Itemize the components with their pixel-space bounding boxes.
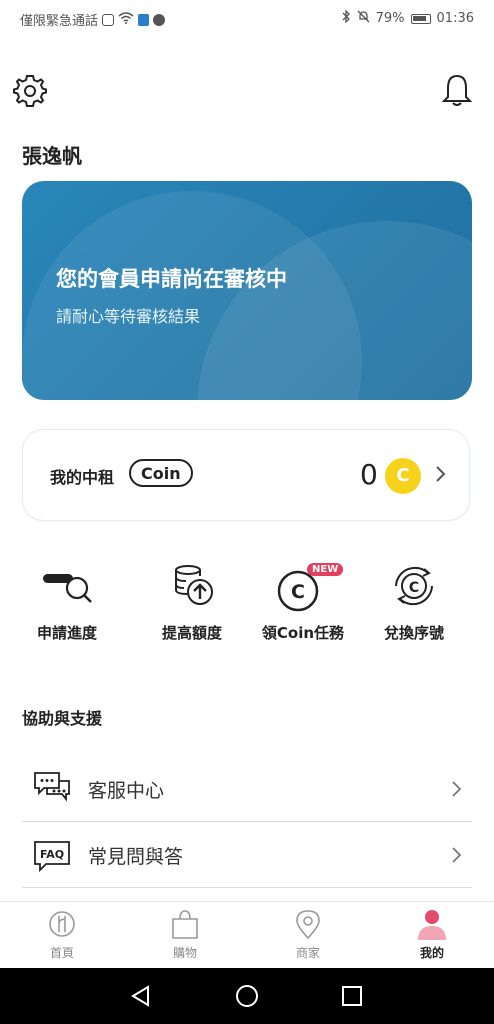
list-item-faq[interactable]: FAQ 常見問與答 — [22, 822, 472, 888]
support-section-title: 協助與支援 — [22, 709, 103, 728]
chevron-right-icon — [429, 462, 453, 486]
system-navigation-bar — [0, 968, 494, 1024]
search-progress-icon — [37, 560, 97, 612]
settings-button[interactable] — [12, 72, 48, 108]
quick-action-label: 提高額度 — [161, 624, 222, 642]
battery-level: 79% — [375, 11, 405, 26]
bottom-tab-bar: 首頁 購物 商家 我的 — [0, 901, 494, 969]
coin-balance-card[interactable]: 我的中租 Coin 0 C — [22, 429, 470, 521]
home-nav-icon[interactable] — [235, 984, 259, 1012]
tab-home[interactable]: 首頁 — [22, 908, 102, 961]
clock: 01:36 — [436, 11, 474, 26]
tab-merchants[interactable]: 商家 — [268, 908, 348, 961]
battery-icon — [410, 13, 431, 24]
quick-action-redeem-code[interactable]: C 兌換序號 — [364, 560, 464, 643]
faq-icon: FAQ — [32, 834, 72, 874]
back-icon[interactable] — [129, 984, 153, 1012]
faq-icon-text: FAQ — [40, 848, 64, 861]
messenger-icon — [153, 13, 166, 26]
bell-icon — [441, 74, 473, 106]
chevron-right-icon — [446, 844, 466, 866]
shield-icon — [138, 13, 150, 26]
recents-icon[interactable] — [341, 985, 363, 1011]
coins-up-icon — [162, 560, 222, 612]
quick-action-increase-limit[interactable]: 提高額度 — [142, 560, 242, 643]
shopping-bag-icon — [169, 908, 201, 940]
chat-bubbles-icon — [32, 768, 72, 808]
location-pin-icon — [292, 908, 324, 940]
mute-bell-icon — [357, 10, 370, 27]
tab-label: 首頁 — [49, 946, 74, 960]
coin-amount: 0 — [360, 458, 378, 491]
coin-card-label: 我的中租 — [50, 468, 115, 487]
coin-task-icon: C NEW — [273, 560, 344, 612]
tab-label: 購物 — [172, 946, 197, 960]
gear-icon — [13, 75, 47, 107]
list-item-customer-service[interactable]: 客服中心 — [22, 756, 472, 822]
coin-icon: C — [385, 458, 421, 494]
coin-pill: Coin — [129, 459, 193, 487]
quick-action-label: 申請進度 — [36, 624, 97, 642]
list-item-label: 常見問與答 — [88, 846, 184, 868]
tab-label: 我的 — [419, 946, 444, 960]
quick-action-application-progress[interactable]: 申請進度 — [17, 560, 117, 643]
membership-status-banner: 您的會員申請尚在審核中 請耐心等待審核結果 — [22, 181, 472, 400]
new-badge: NEW — [307, 563, 344, 576]
chevron-right-icon — [446, 778, 466, 800]
notifications-button[interactable] — [441, 72, 473, 108]
svg-text:C: C — [409, 580, 419, 596]
alert-icon — [102, 13, 115, 26]
status-bar: 僅限緊急通話 79% 01:36 — [0, 0, 494, 38]
carrier-text: 僅限緊急通話 — [20, 14, 99, 29]
svg-text:C: C — [291, 581, 305, 603]
coin-exchange-icon: C — [384, 560, 444, 612]
profile-icon — [416, 908, 448, 940]
user-name: 張逸帆 — [22, 144, 82, 168]
bluetooth-icon — [342, 9, 351, 27]
quick-action-label: 領Coin任務 — [261, 624, 345, 642]
banner-title: 您的會員申請尚在審核中 — [56, 267, 287, 291]
home-icon — [46, 908, 78, 940]
tab-profile[interactable]: 我的 — [392, 908, 472, 961]
banner-subtitle: 請耐心等待審核結果 — [56, 307, 201, 326]
list-item-label: 客服中心 — [88, 780, 165, 802]
tab-label: 商家 — [295, 946, 320, 960]
tab-shopping[interactable]: 購物 — [145, 908, 225, 961]
quick-action-label: 兌換序號 — [383, 624, 444, 642]
quick-action-coin-tasks[interactable]: C NEW 領Coin任務 — [253, 560, 353, 643]
wifi-icon — [118, 11, 134, 28]
